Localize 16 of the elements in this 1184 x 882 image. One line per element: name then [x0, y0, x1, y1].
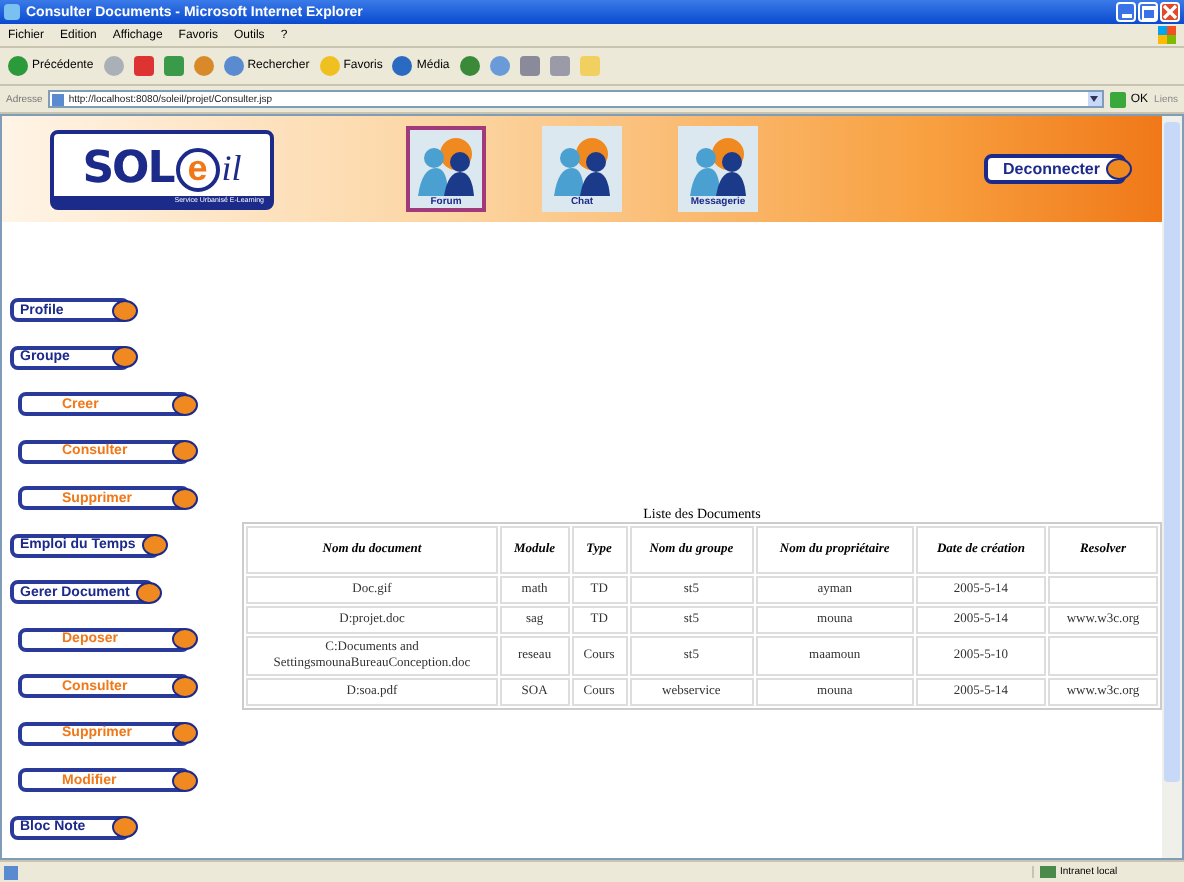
page-icon — [4, 865, 18, 879]
page-icon — [52, 93, 65, 105]
logout-button[interactable]: Deconnecter — [983, 154, 1126, 184]
browser-icon — [4, 4, 20, 20]
close-button[interactable] — [1160, 2, 1180, 22]
toolbar-button[interactable] — [459, 56, 480, 76]
toolbar-button[interactable] — [489, 56, 510, 76]
toolbar-button[interactable] — [193, 56, 214, 76]
toolbar-button[interactable] — [133, 56, 154, 76]
maximize-button[interactable] — [1138, 2, 1158, 22]
toolbar-button[interactable] — [519, 56, 540, 76]
minimize-button[interactable] — [1116, 2, 1136, 22]
toolbar-button[interactable] — [103, 56, 124, 76]
toolbar-button[interactable] — [163, 56, 184, 76]
toolbar-button[interactable] — [549, 56, 570, 76]
windows-flag-icon — [1158, 26, 1176, 44]
